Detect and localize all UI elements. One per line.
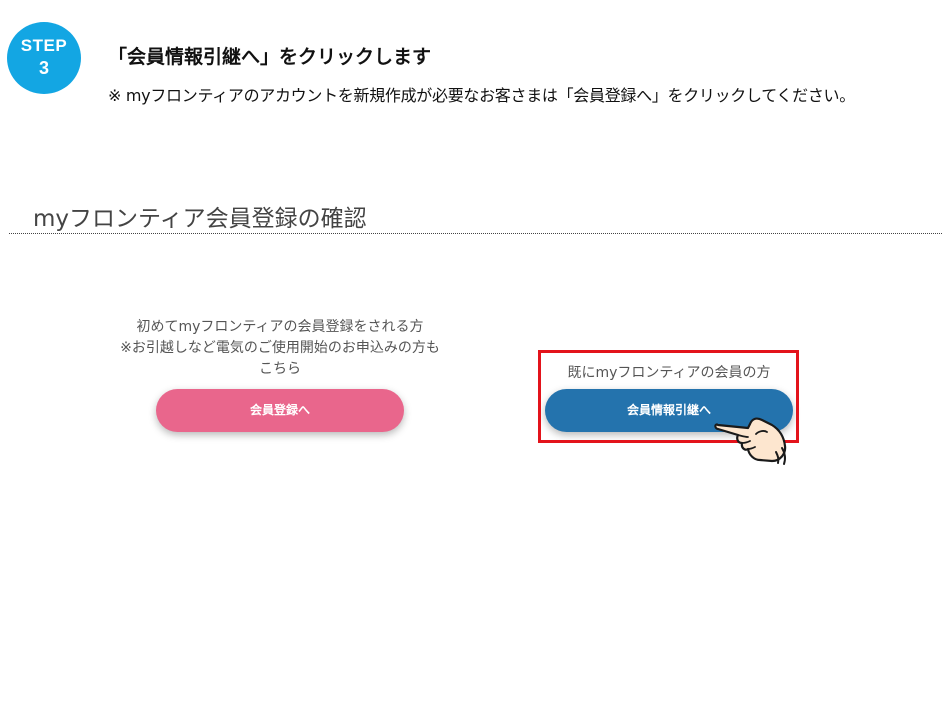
pointing-hand-icon: [712, 408, 792, 468]
section-divider: [9, 233, 942, 234]
page-title: myフロンティア会員登録の確認: [33, 206, 367, 232]
instruction-title: 「会員情報引継へ」をクリックします: [108, 46, 432, 68]
step-badge: STEP 3: [7, 22, 81, 94]
instruction-note: ※ myフロンティアのアカウントを新規作成が必要なお客さまは「会員登録へ」をクリ…: [108, 86, 855, 105]
step-label: STEP: [20, 36, 68, 55]
tutorial-page: STEP 3 「会員情報引継へ」をクリックします ※ myフロンティアのアカウン…: [0, 0, 952, 711]
step-number: 3: [38, 58, 49, 78]
new-member-description-line: こちら: [259, 361, 301, 377]
register-button[interactable]: 会員登録へ: [156, 389, 404, 432]
new-member-description-line: 初めてmyフロンティアの会員登録をされる方: [136, 319, 424, 335]
new-member-description-line: ※お引越しなど電気のご使用開始のお申込みの方も: [120, 340, 440, 356]
new-member-description: 初めてmyフロンティアの会員登録をされる方 ※お引越しなど電気のご使用開始のお申…: [60, 317, 500, 380]
